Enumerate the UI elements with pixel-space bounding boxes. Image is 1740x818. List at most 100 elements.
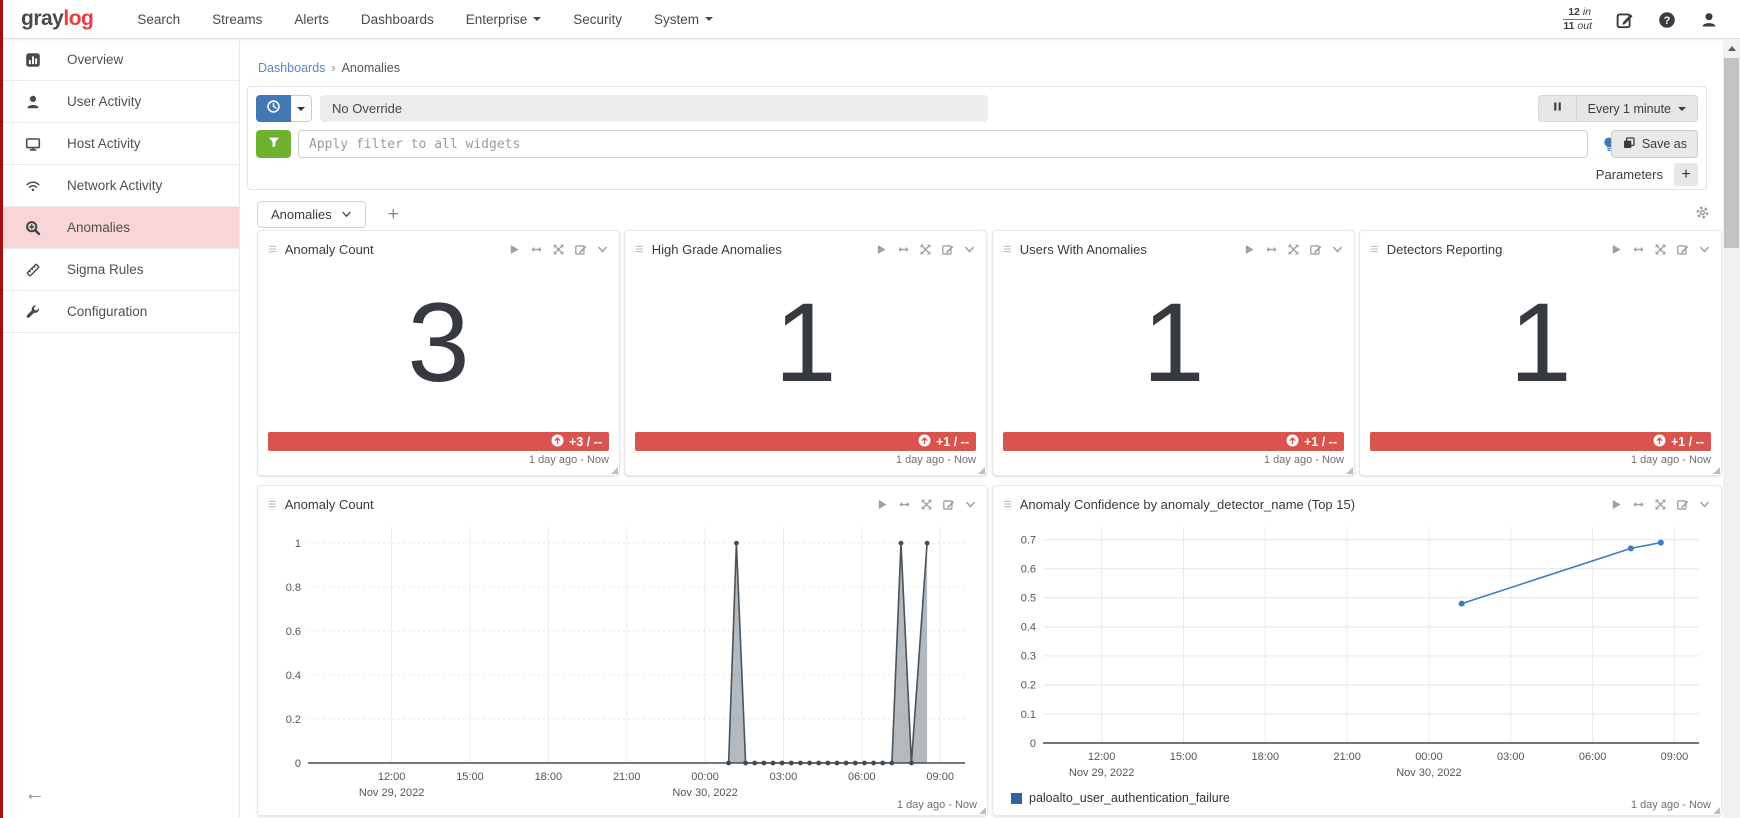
chevron-down-icon[interactable] bbox=[1698, 498, 1711, 511]
arrows-horizontal-icon[interactable] bbox=[898, 498, 911, 511]
chevron-down-icon[interactable] bbox=[963, 243, 976, 256]
refresh-interval-button[interactable]: Every 1 minute bbox=[1576, 96, 1697, 121]
graylog-logo[interactable]: graylog bbox=[21, 7, 93, 31]
scroll-up-icon[interactable] bbox=[1728, 46, 1736, 51]
logo-text-red: log bbox=[63, 7, 93, 30]
resize-handle[interactable] bbox=[1713, 807, 1720, 814]
anomaly-count-chart[interactable]: 00.20.40.60.8112:00Nov 29, 202215:0018:0… bbox=[268, 519, 977, 807]
nav-item-streams[interactable]: Streams bbox=[196, 0, 278, 38]
timerange-button[interactable] bbox=[256, 95, 291, 122]
expand-icon[interactable] bbox=[1654, 243, 1667, 256]
drag-handle-icon[interactable]: ≡ bbox=[268, 242, 277, 257]
trend-value: +1 / -- bbox=[1671, 435, 1704, 449]
scrollbar-thumb[interactable] bbox=[1724, 58, 1739, 248]
expand-icon[interactable] bbox=[1654, 498, 1667, 511]
arrows-horizontal-icon[interactable] bbox=[1632, 498, 1645, 511]
edit-icon[interactable] bbox=[1616, 11, 1634, 29]
drag-handle-icon[interactable]: ≡ bbox=[635, 242, 644, 257]
svg-text:15:00: 15:00 bbox=[1170, 751, 1198, 763]
play-icon[interactable] bbox=[875, 243, 888, 256]
nav-item-security[interactable]: Security bbox=[557, 0, 638, 38]
vertical-scrollbar[interactable] bbox=[1723, 39, 1740, 818]
anomaly-confidence-chart[interactable]: 00.10.20.30.40.50.60.712:00Nov 29, 20221… bbox=[1003, 519, 1711, 787]
timerange-value-display[interactable] bbox=[320, 95, 988, 122]
play-icon[interactable] bbox=[1610, 243, 1623, 256]
nav-item-dashboards[interactable]: Dashboards bbox=[345, 0, 450, 38]
drag-handle-icon[interactable]: ≡ bbox=[1370, 242, 1379, 257]
resize-handle[interactable] bbox=[978, 467, 985, 474]
trend-value: +3 / -- bbox=[569, 435, 602, 449]
edit-icon[interactable] bbox=[942, 498, 955, 511]
resize-handle[interactable] bbox=[1346, 467, 1353, 474]
chevron-down-icon[interactable] bbox=[1331, 243, 1344, 256]
search-input[interactable] bbox=[298, 130, 1588, 158]
edit-icon[interactable] bbox=[1676, 243, 1689, 256]
nav-item-system[interactable]: System bbox=[638, 0, 729, 38]
user-icon[interactable] bbox=[1700, 11, 1718, 29]
sidebar-item-configuration[interactable]: Configuration bbox=[0, 291, 239, 333]
main-menu: Search Streams Alerts Dashboards Enterpr… bbox=[121, 0, 729, 38]
resize-handle[interactable] bbox=[979, 807, 986, 814]
sidebar-item-host-activity[interactable]: Host Activity bbox=[0, 123, 239, 165]
sidebar-item-network-activity[interactable]: Network Activity bbox=[0, 165, 239, 207]
edit-icon[interactable] bbox=[941, 243, 954, 256]
expand-icon[interactable] bbox=[1287, 243, 1300, 256]
expand-icon[interactable] bbox=[920, 498, 933, 511]
help-icon[interactable]: ? bbox=[1658, 11, 1676, 29]
chevron-down-icon[interactable] bbox=[596, 243, 609, 256]
sidebar-item-sigma-rules[interactable]: Sigma Rules bbox=[0, 249, 239, 291]
throughput-indicator[interactable]: 12 in 11 out bbox=[1563, 6, 1592, 33]
chevron-down-icon[interactable] bbox=[1698, 243, 1711, 256]
filter-button[interactable] bbox=[256, 130, 291, 158]
sidebar-item-anomalies[interactable]: Anomalies bbox=[0, 207, 239, 249]
expand-icon[interactable] bbox=[919, 243, 932, 256]
nav-item-alerts[interactable]: Alerts bbox=[278, 0, 345, 38]
svg-text:0.4: 0.4 bbox=[1021, 622, 1036, 634]
breadcrumb-dashboards-link[interactable]: Dashboards bbox=[258, 61, 325, 75]
arrows-horizontal-icon[interactable] bbox=[897, 243, 910, 256]
play-icon[interactable] bbox=[508, 243, 521, 256]
parameters-row: Parameters + bbox=[1596, 163, 1698, 186]
edit-icon[interactable] bbox=[1309, 243, 1322, 256]
drag-handle-icon[interactable]: ≡ bbox=[1003, 497, 1012, 512]
widget-title: High Grade Anomalies bbox=[652, 242, 782, 257]
legend-item[interactable]: paloalto_user_authentication_failure bbox=[1011, 791, 1230, 805]
gear-icon[interactable] bbox=[1695, 205, 1710, 220]
play-icon[interactable] bbox=[1243, 243, 1256, 256]
save-as-button[interactable]: Save as bbox=[1611, 130, 1698, 158]
play-icon[interactable] bbox=[1610, 498, 1623, 511]
resize-handle[interactable] bbox=[611, 467, 618, 474]
sidebar-item-user-activity[interactable]: User Activity bbox=[0, 81, 239, 123]
tab-anomalies[interactable]: Anomalies bbox=[257, 201, 366, 228]
svg-text:00:00: 00:00 bbox=[1415, 751, 1443, 763]
arrow-up-circle-icon bbox=[918, 434, 931, 450]
resize-handle[interactable] bbox=[1713, 467, 1720, 474]
svg-text:21:00: 21:00 bbox=[1333, 751, 1361, 763]
arrows-horizontal-icon[interactable] bbox=[530, 243, 543, 256]
edit-icon[interactable] bbox=[574, 243, 587, 256]
collapse-sidebar-icon[interactable]: ← bbox=[24, 782, 45, 806]
nav-item-search[interactable]: Search bbox=[121, 0, 196, 38]
widget-actions bbox=[1610, 243, 1711, 256]
timerange-dropdown-button[interactable] bbox=[291, 95, 312, 122]
widget-timerange: 1 day ago - Now bbox=[1631, 799, 1711, 811]
svg-text:09:00: 09:00 bbox=[1661, 751, 1689, 763]
caret-down-icon bbox=[1678, 107, 1686, 111]
edit-icon[interactable] bbox=[1676, 498, 1689, 511]
arrows-horizontal-icon[interactable] bbox=[1632, 243, 1645, 256]
drag-handle-icon[interactable]: ≡ bbox=[268, 497, 277, 512]
chart-legend: paloalto_user_authentication_failure bbox=[1011, 791, 1711, 805]
pause-button[interactable] bbox=[1539, 96, 1576, 121]
add-tab-button[interactable]: + bbox=[388, 205, 399, 224]
add-parameter-button[interactable]: + bbox=[1674, 163, 1698, 186]
legend-swatch-icon bbox=[1011, 793, 1022, 804]
arrows-horizontal-icon[interactable] bbox=[1265, 243, 1278, 256]
sidebar-item-overview[interactable]: Overview bbox=[0, 39, 239, 81]
drag-handle-icon[interactable]: ≡ bbox=[1003, 242, 1012, 257]
expand-icon[interactable] bbox=[552, 243, 565, 256]
widget-actions bbox=[1243, 243, 1344, 256]
widget-actions bbox=[876, 498, 977, 511]
chevron-down-icon[interactable] bbox=[964, 498, 977, 511]
nav-item-enterprise[interactable]: Enterprise bbox=[450, 0, 558, 38]
play-icon[interactable] bbox=[876, 498, 889, 511]
